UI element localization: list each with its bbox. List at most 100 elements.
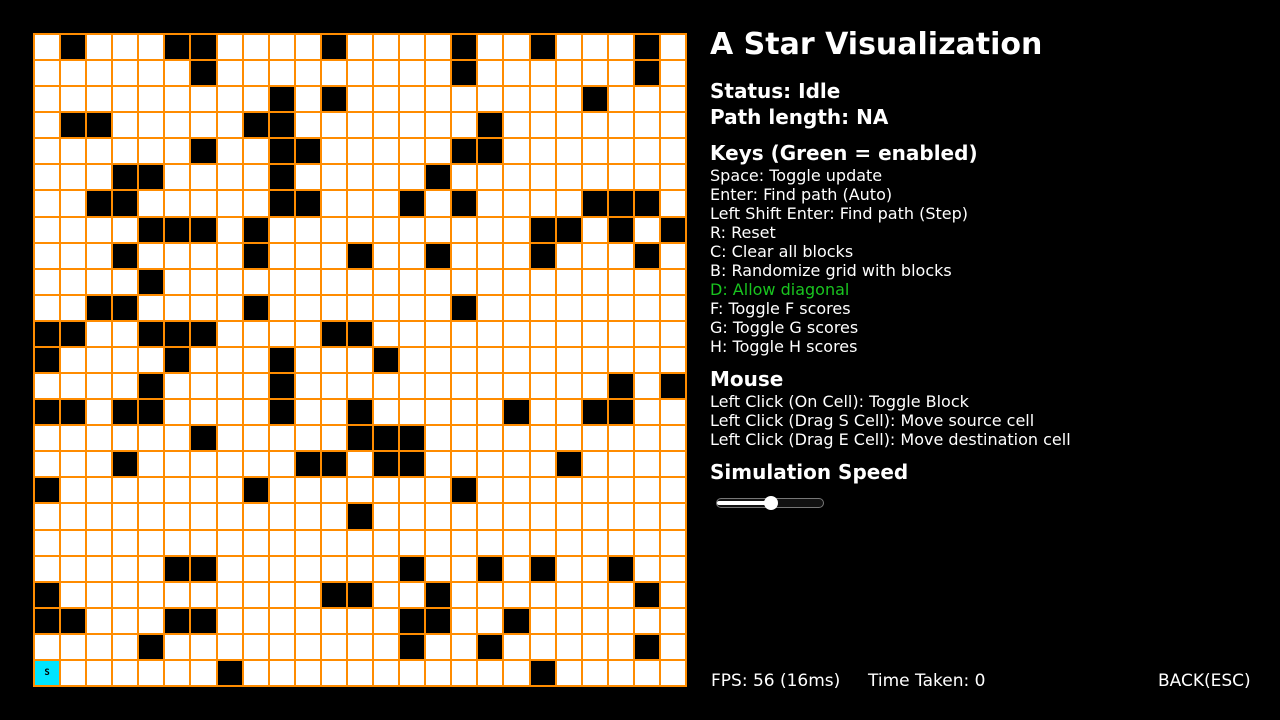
block-cell[interactable]: [61, 321, 86, 346]
block-cell[interactable]: [243, 113, 268, 138]
empty-cell[interactable]: [426, 35, 451, 60]
empty-cell[interactable]: [295, 426, 320, 451]
empty-cell[interactable]: [504, 504, 529, 529]
block-cell[interactable]: [347, 426, 373, 451]
empty-cell[interactable]: [478, 165, 503, 190]
empty-cell[interactable]: [113, 608, 138, 633]
empty-cell[interactable]: [243, 347, 268, 373]
empty-cell[interactable]: [478, 400, 503, 425]
empty-cell[interactable]: [556, 139, 581, 164]
empty-cell[interactable]: [35, 35, 60, 60]
empty-cell[interactable]: [113, 504, 138, 529]
empty-cell[interactable]: [608, 660, 633, 685]
block-cell[interactable]: [113, 400, 138, 425]
empty-cell[interactable]: [61, 217, 86, 242]
empty-cell[interactable]: [87, 634, 112, 659]
empty-cell[interactable]: [347, 217, 373, 242]
empty-cell[interactable]: [504, 87, 529, 112]
empty-cell[interactable]: [374, 113, 399, 138]
empty-cell[interactable]: [165, 660, 190, 685]
block-cell[interactable]: [139, 269, 164, 294]
block-cell[interactable]: [608, 556, 633, 581]
empty-cell[interactable]: [295, 269, 320, 294]
block-cell[interactable]: [295, 139, 320, 164]
block-cell[interactable]: [139, 634, 164, 659]
empty-cell[interactable]: [426, 87, 451, 112]
block-cell[interactable]: [139, 165, 164, 190]
empty-cell[interactable]: [530, 374, 555, 399]
empty-cell[interactable]: [608, 321, 633, 346]
empty-cell[interactable]: [87, 582, 112, 607]
empty-cell[interactable]: [87, 478, 112, 503]
empty-cell[interactable]: [191, 374, 216, 399]
block-cell[interactable]: [374, 347, 399, 373]
empty-cell[interactable]: [217, 530, 242, 555]
block-cell[interactable]: [113, 165, 138, 190]
empty-cell[interactable]: [608, 478, 633, 503]
empty-cell[interactable]: [347, 61, 373, 86]
empty-cell[interactable]: [243, 374, 268, 399]
empty-cell[interactable]: [556, 634, 581, 659]
empty-cell[interactable]: [113, 35, 138, 60]
block-cell[interactable]: [191, 321, 216, 346]
empty-cell[interactable]: [35, 556, 60, 581]
empty-cell[interactable]: [426, 139, 451, 164]
empty-cell[interactable]: [504, 634, 529, 659]
empty-cell[interactable]: [243, 87, 268, 112]
block-cell[interactable]: [426, 243, 451, 268]
empty-cell[interactable]: [217, 295, 242, 320]
block-cell[interactable]: [426, 165, 451, 190]
empty-cell[interactable]: [608, 35, 633, 60]
empty-cell[interactable]: [582, 556, 607, 581]
block-cell[interactable]: [608, 191, 633, 216]
empty-cell[interactable]: [191, 452, 216, 477]
empty-cell[interactable]: [660, 191, 685, 216]
empty-cell[interactable]: [217, 608, 242, 633]
empty-cell[interactable]: [61, 243, 86, 268]
empty-cell[interactable]: [295, 295, 320, 320]
empty-cell[interactable]: [321, 608, 346, 633]
astar-grid[interactable]: S: [33, 33, 687, 687]
block-cell[interactable]: [608, 374, 633, 399]
block-cell[interactable]: [191, 217, 216, 242]
empty-cell[interactable]: [191, 504, 216, 529]
empty-cell[interactable]: [217, 243, 242, 268]
empty-cell[interactable]: [660, 139, 685, 164]
block-cell[interactable]: [191, 61, 216, 86]
empty-cell[interactable]: [295, 347, 320, 373]
empty-cell[interactable]: [608, 582, 633, 607]
block-cell[interactable]: [452, 35, 477, 60]
empty-cell[interactable]: [165, 634, 190, 659]
empty-cell[interactable]: [478, 426, 503, 451]
block-cell[interactable]: [243, 295, 268, 320]
simulation-speed-slider[interactable]: [716, 496, 824, 510]
empty-cell[interactable]: [87, 165, 112, 190]
empty-cell[interactable]: [191, 113, 216, 138]
block-cell[interactable]: [113, 243, 138, 268]
back-button[interactable]: BACK(ESC): [1158, 670, 1251, 692]
block-cell[interactable]: [113, 191, 138, 216]
empty-cell[interactable]: [478, 61, 503, 86]
empty-cell[interactable]: [374, 504, 399, 529]
empty-cell[interactable]: [87, 504, 112, 529]
empty-cell[interactable]: [113, 374, 138, 399]
empty-cell[interactable]: [400, 243, 425, 268]
empty-cell[interactable]: [530, 113, 555, 138]
empty-cell[interactable]: [660, 608, 685, 633]
empty-cell[interactable]: [165, 191, 190, 216]
empty-cell[interactable]: [113, 269, 138, 294]
empty-cell[interactable]: [165, 374, 190, 399]
empty-cell[interactable]: [374, 321, 399, 346]
empty-cell[interactable]: [400, 165, 425, 190]
empty-cell[interactable]: [374, 608, 399, 633]
empty-cell[interactable]: [191, 269, 216, 294]
empty-cell[interactable]: [61, 165, 86, 190]
empty-cell[interactable]: [608, 295, 633, 320]
empty-cell[interactable]: [582, 321, 607, 346]
empty-cell[interactable]: [113, 582, 138, 607]
block-cell[interactable]: [478, 634, 503, 659]
empty-cell[interactable]: [582, 165, 607, 190]
empty-cell[interactable]: [530, 504, 555, 529]
empty-cell[interactable]: [113, 113, 138, 138]
empty-cell[interactable]: [374, 634, 399, 659]
